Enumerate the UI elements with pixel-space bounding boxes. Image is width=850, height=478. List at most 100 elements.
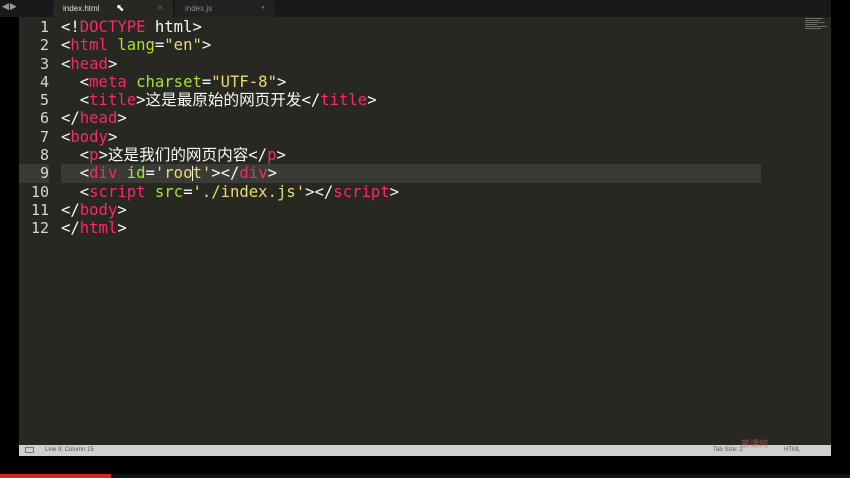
code-token: <	[61, 146, 90, 165]
code-token: "UTF-8"	[211, 72, 277, 91]
line-number: 11	[30, 200, 49, 219]
cursor-position[interactable]: Line 9, Column 15	[45, 447, 94, 453]
code-token: >	[117, 109, 127, 128]
code-token: './index.js'	[192, 182, 306, 201]
code-token: body	[70, 127, 108, 146]
code-token: html	[79, 219, 118, 238]
line-number: 9	[19, 164, 49, 183]
code-token: <	[61, 182, 90, 201]
code-token: <	[61, 164, 90, 183]
forward-arrow-icon[interactable]: ▶	[10, 2, 18, 12]
code-token: p	[89, 146, 99, 165]
back-arrow-icon[interactable]: ◀	[2, 2, 10, 12]
code-token: >	[389, 182, 400, 201]
line-number: 6	[39, 109, 49, 128]
line-number: 10	[30, 182, 49, 201]
code-line[interactable]: <meta charset="UTF-8">	[61, 73, 761, 91]
code-token: div	[239, 164, 268, 183]
code-area[interactable]: <!DOCTYPE html> <html lang="en"> <head> <m…	[61, 18, 761, 238]
code-token: t'	[192, 164, 212, 183]
minimap[interactable]	[805, 18, 827, 34]
tab-label: index.js	[185, 4, 213, 13]
tab-size[interactable]: Tab Size: 2	[713, 447, 743, 453]
line-number: 7	[39, 127, 49, 146]
video-progress-fill	[0, 474, 111, 478]
code-token: DOCTYPE	[79, 18, 146, 36]
code-token: "en"	[164, 36, 202, 55]
code-token: src	[154, 182, 184, 201]
code-token: script	[333, 182, 390, 201]
line-number: 4	[39, 72, 49, 91]
tab-index-html[interactable]: index.html ✕	[53, 0, 173, 17]
code-token: =	[201, 72, 212, 91]
code-token: >	[367, 91, 377, 110]
mouse-pointer-icon: ⬉	[116, 3, 125, 14]
line-number-gutter: 1 2 3 4 5 6 7 8 9 10 11 12	[19, 18, 49, 238]
code-line[interactable]: <title>这是最原始的网页开发</title>	[61, 91, 761, 109]
line-number: 1	[39, 18, 49, 36]
code-token: ></	[211, 164, 240, 183]
line-number: 12	[30, 219, 49, 238]
code-token: lang	[117, 36, 155, 55]
status-bar: Line 9, Column 15 Tab Size: 2 HTML	[19, 445, 831, 456]
code-line[interactable]: </body>	[61, 201, 761, 219]
code-token: >这是最原始的网页开发</	[136, 91, 321, 110]
close-icon[interactable]: ✕	[157, 0, 163, 17]
nav-bar: ◀▶	[0, 0, 19, 17]
code-token: <!	[61, 18, 80, 36]
panel-toggle-icon[interactable]	[25, 447, 34, 453]
code-token: script	[89, 182, 146, 201]
code-token: >	[276, 146, 286, 165]
code-token: <	[61, 54, 71, 73]
code-line[interactable]: <html lang="en">	[61, 36, 761, 54]
code-line[interactable]: <div id='root'></div>	[61, 164, 761, 183]
code-token: <	[61, 72, 90, 91]
line-number: 3	[39, 54, 49, 73]
code-line[interactable]: <!DOCTYPE html>	[61, 18, 761, 36]
code-token: =	[145, 164, 155, 183]
code-token: <	[61, 127, 71, 146]
code-token: <	[61, 36, 71, 55]
code-line[interactable]: </head>	[61, 109, 761, 127]
syntax-mode[interactable]: HTML	[784, 447, 800, 453]
code-token: meta	[89, 72, 127, 91]
tab-bar: index.html ✕ index.js ●	[19, 0, 831, 17]
code-token: >	[201, 36, 212, 55]
line-number: 8	[39, 146, 49, 165]
code-line[interactable]: </html>	[61, 219, 761, 237]
code-line[interactable]: <p>这是我们的网页内容</p>	[61, 146, 761, 164]
code-token: </	[61, 219, 80, 238]
watermark-logo: 慕课网	[741, 440, 769, 450]
code-token: >	[117, 200, 127, 219]
unsaved-dot-icon[interactable]: ●	[261, 0, 265, 17]
code-token: 'roo	[154, 164, 193, 183]
code-token: head	[70, 54, 108, 73]
code-token: >	[107, 54, 118, 73]
code-token: charset	[136, 72, 202, 91]
line-number: 2	[39, 36, 49, 55]
code-token: >这是我们的网页内容</	[98, 146, 268, 165]
code-token: ></	[305, 182, 334, 201]
tab-index-js[interactable]: index.js ●	[175, 0, 275, 17]
video-progress-bar[interactable]	[0, 474, 850, 478]
code-token: >	[107, 127, 118, 146]
code-token: =	[154, 36, 165, 55]
code-token: </	[61, 109, 80, 128]
code-token: head	[79, 109, 118, 128]
line-number: 5	[39, 91, 49, 110]
code-token: id	[126, 164, 146, 183]
code-line[interactable]: <head>	[61, 55, 761, 73]
code-token: div	[89, 164, 118, 183]
code-token: title	[320, 91, 368, 110]
code-token: </	[61, 200, 80, 219]
code-token: html	[70, 36, 108, 55]
code-token: >	[276, 72, 287, 91]
code-token: body	[79, 200, 118, 219]
code-token: >	[117, 219, 127, 238]
code-token: <	[61, 91, 90, 110]
code-token: title	[89, 91, 137, 110]
code-line[interactable]: <body>	[61, 128, 761, 146]
code-line[interactable]: <script src='./index.js'></script>	[61, 183, 761, 201]
